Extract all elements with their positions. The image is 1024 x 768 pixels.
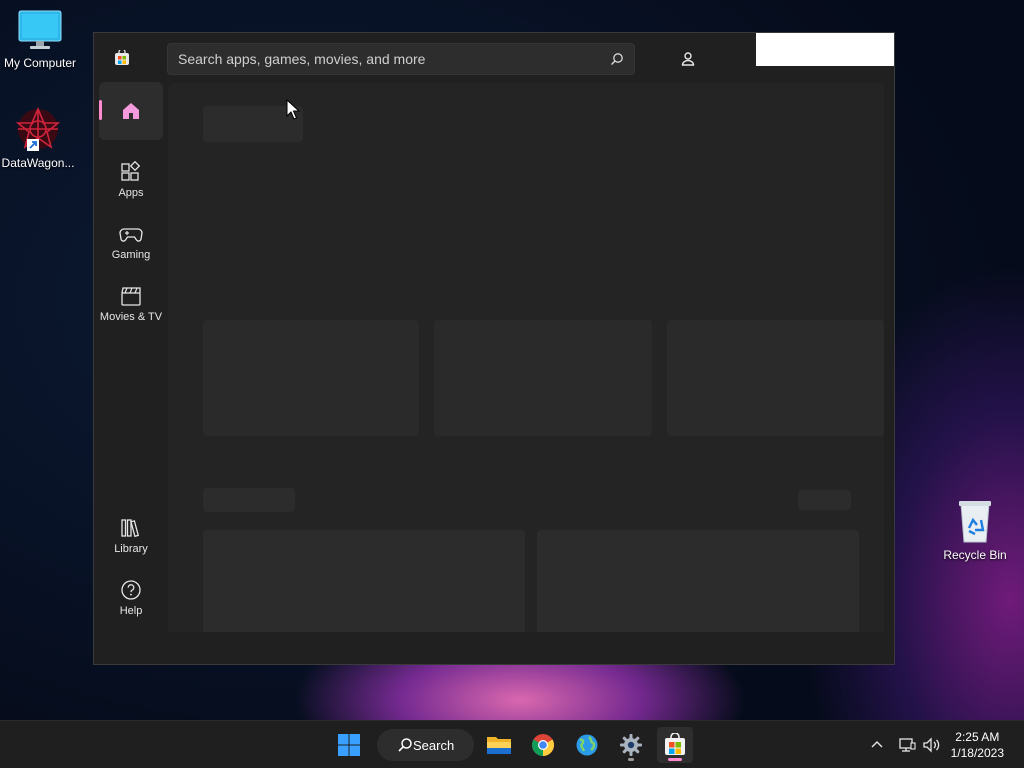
account-button[interactable] [674, 45, 702, 73]
start-button[interactable] [331, 727, 367, 763]
search-input[interactable] [178, 44, 598, 74]
search-icon [398, 738, 412, 752]
nav-item-label: Library [114, 543, 148, 555]
volume-icon[interactable] [922, 736, 942, 754]
monitor-icon [18, 10, 62, 49]
loading-placeholder-see-all [798, 490, 851, 510]
nav-item-apps[interactable]: Apps [99, 151, 163, 209]
store-app-icon [115, 50, 129, 65]
selection-indicator [99, 100, 102, 120]
loading-placeholder-section-title [203, 488, 295, 512]
taskbar-microsoft-store[interactable] [657, 727, 693, 763]
active-app-indicator [668, 758, 682, 761]
clapperboard-icon [121, 287, 141, 306]
nav-item-label: Movies & TV [99, 311, 163, 323]
store-search-box[interactable] [167, 43, 635, 75]
desktop-icon-recycle-bin[interactable]: Recycle Bin [935, 498, 1015, 562]
running-indicator [628, 758, 634, 761]
gear-icon [620, 734, 642, 756]
desktop-icon-label: DataWagon... [1, 156, 75, 170]
loading-placeholder-hero-3 [667, 320, 884, 436]
taskbar-search[interactable]: Search [377, 729, 474, 761]
loading-placeholder-card-1 [203, 530, 525, 632]
desktop-icon-my-computer[interactable]: My Computer [0, 10, 80, 70]
nav-item-library[interactable]: Library [99, 507, 163, 565]
nav-item-help[interactable]: Help [99, 569, 163, 627]
taskbar-settings[interactable] [613, 727, 649, 763]
store-nav-rail: Apps Gaming Movies & TV Library Help [94, 81, 166, 664]
taskbar-chrome[interactable] [525, 727, 561, 763]
title-bar-blank-area [756, 33, 894, 66]
clock-time: 2:25 AM [955, 730, 1000, 744]
store-content-loading [168, 83, 884, 632]
windows-logo-icon [338, 734, 360, 756]
taskbar-file-explorer[interactable] [481, 727, 517, 763]
clock-date: 1/18/2023 [950, 746, 1004, 760]
help-icon [121, 580, 141, 600]
store-bag-icon [665, 733, 685, 755]
chevron-up-icon[interactable] [868, 736, 886, 754]
recycle-bin-icon [959, 501, 991, 543]
datawagon-icon [15, 106, 61, 151]
taskbar-clock[interactable]: 2:25 AM 1/18/2023 [951, 729, 1004, 761]
taskbar-search-label: Search [413, 737, 455, 753]
search-icon[interactable] [610, 52, 624, 66]
mouse-cursor [286, 99, 300, 120]
nav-item-home[interactable] [99, 82, 163, 140]
loading-placeholder-hero-2 [434, 320, 652, 436]
gamepad-icon [119, 228, 143, 242]
network-icon[interactable] [898, 736, 916, 754]
nav-item-label: Apps [118, 187, 144, 199]
desktop-icon-datawagon[interactable]: DataWagon... [0, 106, 78, 170]
nav-item-label: Gaming [111, 249, 151, 261]
nav-item-movies-tv[interactable]: Movies & TV [99, 275, 163, 333]
loading-placeholder-hero-1 [203, 320, 419, 436]
globe-icon [576, 734, 598, 756]
nav-item-gaming[interactable]: Gaming [99, 213, 163, 271]
desktop-icon-label: Recycle Bin [943, 548, 1007, 562]
loading-placeholder-card-2 [537, 530, 859, 632]
store-window: Apps Gaming Movies & TV [93, 32, 895, 665]
taskbar: Search 2:25 AM 1/18/2023 [0, 720, 1024, 768]
system-tray [868, 721, 942, 768]
library-icon [121, 519, 140, 538]
home-icon [123, 103, 139, 119]
desktop-icon-label: My Computer [3, 56, 77, 70]
chrome-icon [532, 734, 554, 756]
nav-item-label: Help [119, 605, 143, 617]
account-icon [681, 52, 695, 66]
folder-icon [487, 737, 511, 754]
apps-icon [121, 161, 141, 181]
taskbar-network-globe-app[interactable] [569, 727, 605, 763]
